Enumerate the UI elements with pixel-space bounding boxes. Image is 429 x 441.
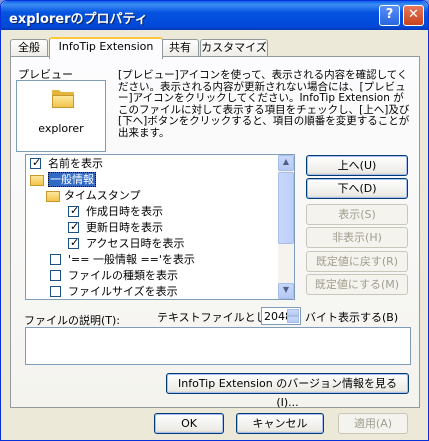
- move-up-button[interactable]: 上へ(U): [306, 155, 408, 176]
- version-info-button[interactable]: InfoTip Extension のバージョン情報を見る(I)...: [166, 373, 409, 409]
- ok-button[interactable]: OK: [154, 413, 224, 434]
- checkbox-checked-icon[interactable]: [68, 235, 79, 251]
- tree-item-file-size[interactable]: ファイルサイズを表示: [50, 284, 178, 299]
- text-file-label: テキストファイルとして: [157, 311, 278, 324]
- hide-button[interactable]: 非表示(H): [306, 227, 408, 248]
- folder-icon: [30, 175, 44, 186]
- help-icon: ?: [385, 7, 394, 22]
- window-title: explorerのプロパティ: [9, 12, 148, 27]
- tree-item-general-header[interactable]: '== 一般情報 =='を表示: [50, 252, 195, 268]
- checkbox-checked-icon[interactable]: [68, 219, 79, 235]
- bytes-spinner[interactable]: 2048: [261, 307, 301, 325]
- spin-up-icon[interactable]: [287, 309, 299, 316]
- scroll-thumb[interactable]: [278, 172, 294, 244]
- help-button[interactable]: ?: [379, 5, 400, 26]
- tree-item-timestamp[interactable]: タイムスタンプ: [46, 188, 140, 204]
- folder-icon: [52, 90, 74, 108]
- instructions-text: [プレビュー]アイコンを使って、表示される内容を確認してください。表示される内容…: [118, 69, 410, 139]
- arrow-up-icon: ▲: [282, 157, 290, 166]
- title-bar[interactable]: explorerのプロパティ ? ✕: [1, 1, 428, 30]
- tab-customize[interactable]: カスタマイズ: [200, 39, 268, 57]
- file-description-field[interactable]: [25, 327, 411, 365]
- tree-item-modified[interactable]: 更新日時を表示: [68, 219, 163, 236]
- tab-general[interactable]: 全般: [10, 39, 48, 57]
- properties-dialog: explorerのプロパティ ? ✕ 全般 InfoTip Extension …: [0, 0, 429, 441]
- tree-item-accessed[interactable]: アクセス日時を表示: [68, 235, 184, 252]
- show-button[interactable]: 表示(S): [306, 204, 408, 225]
- preview-name: explorer: [38, 122, 84, 135]
- tab-sharing[interactable]: 共有: [161, 39, 199, 57]
- cancel-button[interactable]: キャンセル: [236, 413, 324, 434]
- move-down-button[interactable]: 下へ(D): [306, 178, 408, 199]
- scroll-up-button[interactable]: ▲: [278, 155, 294, 171]
- tree-item-general-info[interactable]: 一般情報: [30, 172, 96, 188]
- reset-default-button[interactable]: 既定値に戻す(R): [306, 251, 408, 272]
- checkbox-unchecked-icon[interactable]: [50, 254, 61, 265]
- tree-scrollbar[interactable]: ▲ ▼: [278, 155, 294, 299]
- tree-item-created[interactable]: 作成日時を表示: [68, 203, 163, 220]
- file-description-label: ファイルの説明(T):: [24, 314, 121, 327]
- tab-infotip-extension[interactable]: InfoTip Extension: [49, 37, 163, 59]
- scroll-down-button[interactable]: ▼: [278, 283, 294, 299]
- close-icon: ✕: [408, 7, 419, 22]
- checkbox-checked-icon[interactable]: [30, 155, 41, 171]
- checkbox-checked-icon[interactable]: [68, 203, 79, 219]
- checkbox-unchecked-icon[interactable]: [50, 270, 61, 281]
- folder-icon: [46, 191, 60, 202]
- close-button[interactable]: ✕: [403, 5, 424, 26]
- bytes-suffix-label: バイト表示する(B): [305, 311, 399, 324]
- checkbox-unchecked-icon[interactable]: [50, 286, 61, 297]
- arrow-down-icon: ▼: [282, 285, 290, 294]
- apply-button[interactable]: 適用(A): [338, 413, 408, 434]
- items-tree[interactable]: 名前を表示 一般情報 タイムスタンプ 作成日時を表示 更新日時を表示 アクセス日…: [25, 154, 295, 300]
- bytes-value[interactable]: 2048: [264, 310, 292, 323]
- tree-item-file-type[interactable]: ファイルの種類を表示: [50, 268, 178, 284]
- preview-icon-button[interactable]: explorer: [16, 80, 106, 152]
- tree-item-name[interactable]: 名前を表示: [30, 155, 103, 172]
- set-default-button[interactable]: 既定値にする(M): [306, 274, 408, 295]
- spin-down-icon[interactable]: [287, 316, 299, 323]
